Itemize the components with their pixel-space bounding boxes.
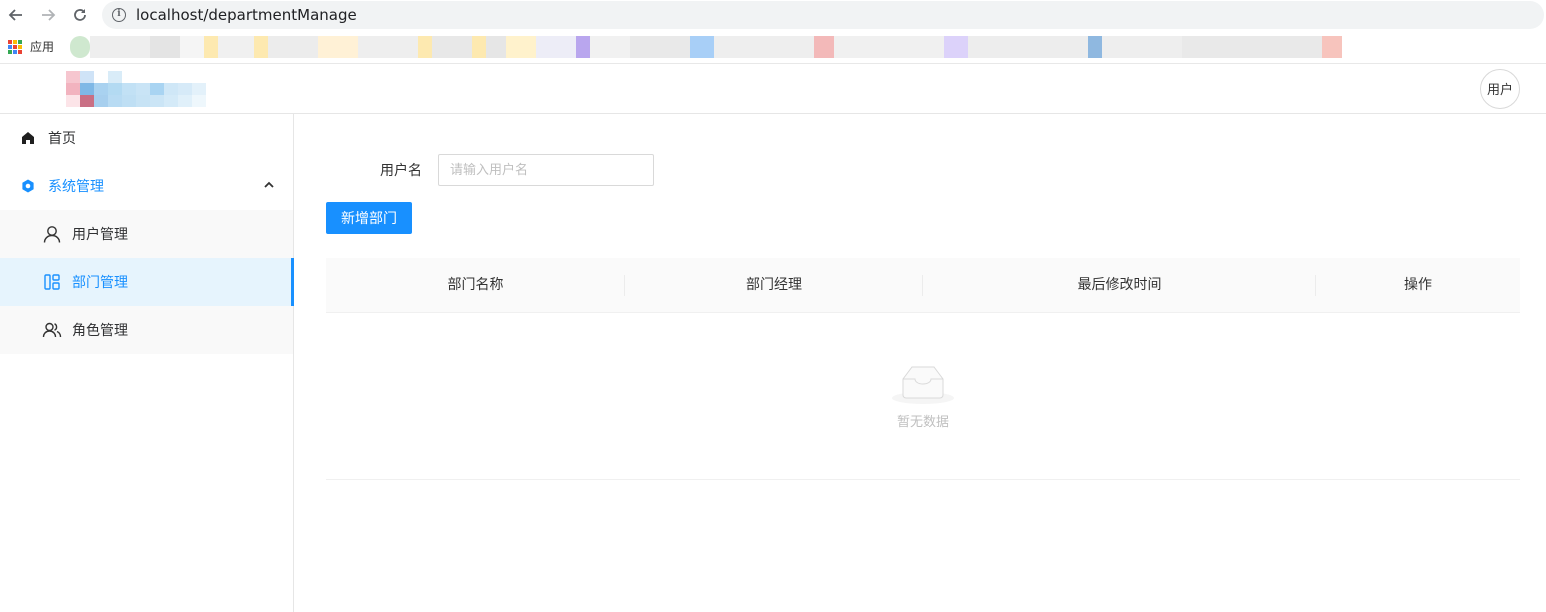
sidebar-item-label: 首页 bbox=[48, 131, 76, 147]
username-label: 用户名 bbox=[380, 163, 422, 179]
main-content: 用户名 新增部门 部门名称 部门经理 最后修改时间 操作 暂无数据 bbox=[294, 114, 1546, 612]
app-header: 用户 bbox=[0, 64, 1546, 114]
gear-icon bbox=[20, 178, 36, 194]
filter-row: 用户名 bbox=[326, 154, 1520, 186]
empty-inbox-icon bbox=[892, 366, 954, 404]
bookmark-apps[interactable]: 应用 bbox=[30, 38, 54, 55]
apps-grid-icon[interactable] bbox=[8, 39, 22, 54]
sidebar-item-label: 部门管理 bbox=[72, 275, 128, 291]
url-text: localhost/departmentManage bbox=[136, 6, 357, 24]
sidebar-item-system[interactable]: 系统管理 bbox=[0, 162, 293, 210]
column-header-actions[interactable]: 操作 bbox=[1316, 258, 1520, 313]
reload-icon bbox=[74, 9, 86, 21]
arrow-right-icon bbox=[42, 9, 56, 21]
bookmarks-bar: 应用 bbox=[0, 30, 1546, 64]
table-header: 部门名称 部门经理 最后修改时间 操作 bbox=[326, 258, 1520, 313]
department-icon bbox=[42, 272, 62, 292]
table-empty-state: 暂无数据 bbox=[326, 313, 1520, 480]
home-icon bbox=[20, 130, 36, 146]
user-avatar[interactable]: 用户 bbox=[1480, 68, 1520, 109]
add-department-button[interactable]: 新增部门 bbox=[326, 202, 412, 234]
column-header-name[interactable]: 部门名称 bbox=[326, 258, 625, 313]
reload-button[interactable] bbox=[64, 0, 96, 30]
browser-toolbar: i localhost/departmentManage bbox=[0, 0, 1546, 30]
logo bbox=[66, 70, 220, 107]
info-icon[interactable]: i bbox=[112, 8, 126, 22]
sidebar-item-label: 角色管理 bbox=[72, 323, 128, 339]
sidebar-item-label: 用户管理 bbox=[72, 227, 128, 243]
address-bar[interactable]: i localhost/departmentManage bbox=[102, 1, 1544, 29]
blurred-bookmarks bbox=[70, 35, 1343, 58]
back-button[interactable] bbox=[0, 0, 32, 30]
sidebar: 首页 系统管理 用户管理 部门管理 角色管理 bbox=[0, 114, 294, 612]
sidebar-item-departments[interactable]: 部门管理 bbox=[0, 258, 294, 306]
arrow-left-icon bbox=[8, 9, 22, 21]
empty-text: 暂无数据 bbox=[896, 414, 949, 430]
department-table: 部门名称 部门经理 最后修改时间 操作 暂无数据 bbox=[326, 258, 1520, 480]
sidebar-item-home[interactable]: 首页 bbox=[0, 114, 293, 162]
user-icon bbox=[42, 224, 62, 244]
sidebar-item-roles[interactable]: 角色管理 bbox=[0, 306, 293, 354]
forward-button[interactable] bbox=[32, 0, 64, 30]
system-submenu: 用户管理 部门管理 角色管理 bbox=[0, 210, 294, 354]
column-header-modified[interactable]: 最后修改时间 bbox=[923, 258, 1316, 313]
chevron-up-icon bbox=[264, 181, 274, 188]
username-input[interactable] bbox=[438, 154, 654, 186]
sidebar-item-users[interactable]: 用户管理 bbox=[0, 210, 293, 258]
team-icon bbox=[42, 320, 62, 340]
sidebar-item-label: 系统管理 bbox=[48, 179, 104, 195]
column-header-manager[interactable]: 部门经理 bbox=[625, 258, 923, 313]
